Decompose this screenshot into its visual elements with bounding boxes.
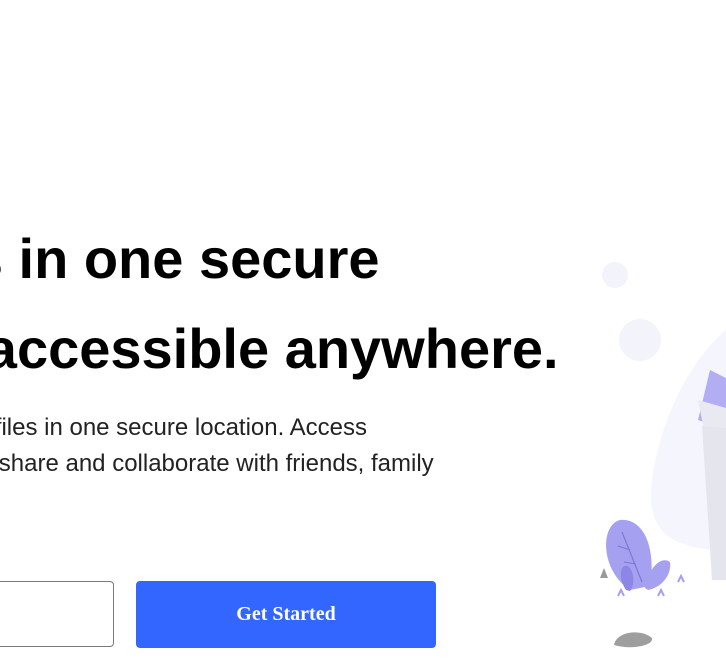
email-input[interactable] [0, 581, 114, 647]
bubble-small-icon [602, 262, 628, 288]
files-plant-illustration-icon [600, 262, 726, 648]
hero-subtitle-line-2: them wherever you are, share and collabo… [0, 450, 434, 477]
hero-title-line-1: your files in one secure [0, 227, 380, 290]
hero-subtitle: Store all your important files in one se… [0, 410, 500, 482]
rock-small-icon [600, 568, 608, 578]
hero-title-line-2: location, accessible anywhere. [0, 317, 559, 380]
hero-title: your files in one secure location, acces… [0, 214, 559, 394]
landing-hero: your files in one secure location, acces… [0, 0, 726, 661]
rock-icon [614, 632, 653, 648]
hero-subtitle-line-1: Store all your important files in one se… [0, 414, 367, 441]
get-started-button[interactable]: Get Started [136, 581, 436, 648]
bubble-large-icon [619, 319, 661, 361]
